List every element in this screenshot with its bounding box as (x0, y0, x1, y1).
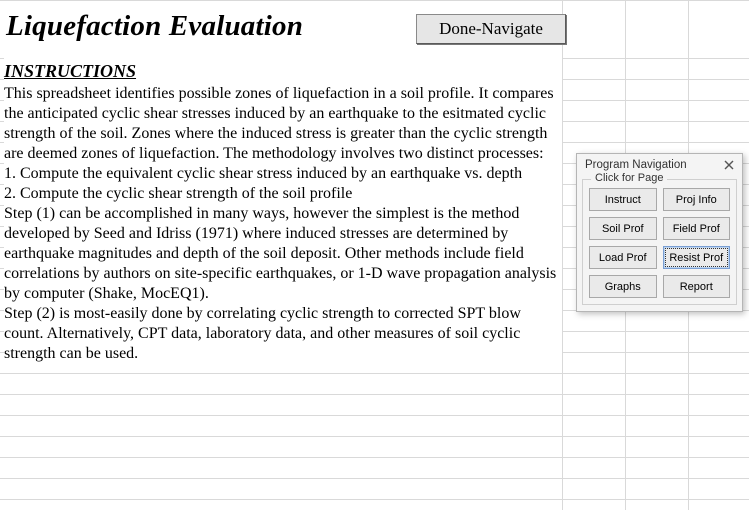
nav-resist-prof-button[interactable]: Resist Prof (663, 246, 731, 269)
program-navigation-panel: Program Navigation Click for Page Instru… (576, 153, 743, 312)
nav-instruct-button[interactable]: Instruct (589, 188, 657, 211)
nav-proj-info-button[interactable]: Proj Info (663, 188, 731, 211)
instructions-body: This spreadsheet identifies possible zon… (4, 84, 562, 364)
intro-paragraph: This spreadsheet identifies possible zon… (4, 84, 562, 164)
step-1: 1. Compute the equivalent cyclic shear s… (4, 164, 562, 184)
close-icon[interactable] (722, 158, 736, 172)
content-area: Liquefaction Evaluation INSTRUCTIONS Thi… (4, 4, 562, 364)
nav-report-button[interactable]: Report (663, 275, 731, 298)
nav-load-prof-button[interactable]: Load Prof (589, 246, 657, 269)
nav-soil-prof-button[interactable]: Soil Prof (589, 217, 657, 240)
nav-field-prof-button[interactable]: Field Prof (663, 217, 731, 240)
paragraph-step1-detail: Step (1) can be accomplished in many way… (4, 204, 562, 304)
nav-panel-title: Program Navigation (585, 159, 687, 171)
paragraph-step2-detail: Step (2) is most-easily done by correlat… (4, 304, 562, 364)
nav-graphs-button[interactable]: Graphs (589, 275, 657, 298)
nav-group-legend: Click for Page (591, 172, 667, 184)
step-2: 2. Compute the cyclic shear strength of … (4, 184, 562, 204)
done-navigate-button[interactable]: Done-Navigate (416, 14, 566, 44)
nav-group-click-for-page: Click for Page Instruct Proj Info Soil P… (582, 179, 737, 305)
instructions-header: INSTRUCTIONS (4, 61, 562, 82)
